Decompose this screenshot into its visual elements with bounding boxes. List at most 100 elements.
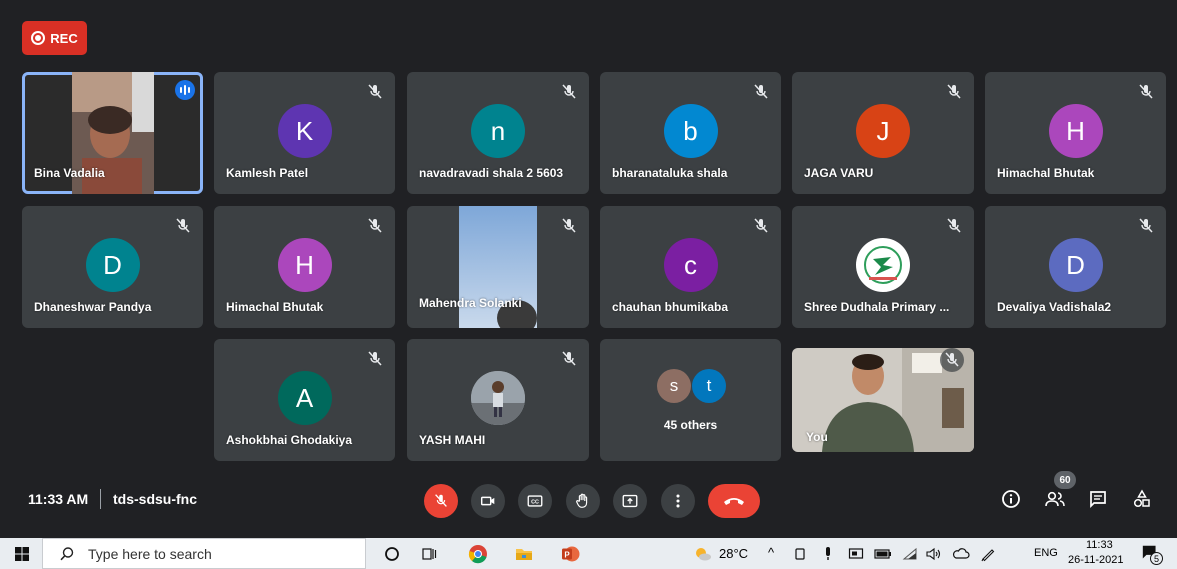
svg-text:P: P <box>564 551 570 560</box>
participant-tile-bina-vadalia[interactable]: Bina Vadalia <box>22 72 203 194</box>
camera-toggle-button[interactable] <box>471 484 505 518</box>
weather-widget[interactable] <box>693 544 713 564</box>
participant-tile[interactable]: K Kamlesh Patel <box>214 72 395 194</box>
present-screen-button[interactable] <box>613 484 647 518</box>
activities-button[interactable] <box>1129 486 1155 512</box>
participant-tile[interactable]: D Dhaneshwar Pandya <box>22 206 203 328</box>
taskbar-search-box[interactable]: Type here to search <box>42 538 366 569</box>
chat-button[interactable] <box>1085 486 1111 512</box>
participant-tile[interactable]: n navadravadi shala 2 5603 <box>407 72 589 194</box>
participant-tile[interactable]: b bharanataluka shala <box>600 72 781 194</box>
cloud-icon <box>952 548 970 559</box>
wifi-tray-icon[interactable] <box>900 544 920 564</box>
participant-name: Mahendra Solanki <box>419 296 522 310</box>
clock-time[interactable]: 11:33 <box>1086 539 1113 551</box>
participant-tile[interactable]: c chauhan bhumikaba <box>600 206 781 328</box>
chrome-icon <box>468 545 487 564</box>
mic-off-icon <box>562 84 576 99</box>
show-hidden-icons-chevron-icon[interactable]: ^ <box>768 545 774 560</box>
tray-app-icon[interactable] <box>790 544 810 564</box>
mic-off-icon <box>947 84 961 99</box>
people-button[interactable] <box>1042 486 1068 512</box>
screen-icon <box>848 548 864 559</box>
windows-taskbar: Type here to search P 28°C ^ ENG 11:33 2… <box>0 538 1177 569</box>
windows-start-button[interactable] <box>12 544 32 564</box>
participant-name: Shree Dudhala Primary ... <box>804 300 950 314</box>
raise-hand-icon <box>576 493 588 508</box>
participant-tile[interactable]: YASH MAHI <box>407 339 589 461</box>
recording-badge: REC <box>22 21 87 55</box>
tablet-icon <box>795 548 805 560</box>
participant-tile[interactable]: J JAGA VARU <box>792 72 974 194</box>
battery-tray-icon[interactable] <box>873 544 893 564</box>
participant-tile[interactable]: Shree Dudhala Primary ... <box>792 206 974 328</box>
avatar: J <box>856 104 910 158</box>
volume-tray-icon[interactable] <box>924 544 944 564</box>
mic-toggle-button[interactable] <box>424 484 458 518</box>
participant-tile-mahendra-solanki[interactable]: Mahendra Solanki <box>407 206 589 328</box>
participant-name: bharanataluka shala <box>612 166 728 180</box>
folder-icon <box>516 549 532 560</box>
raise-hand-button[interactable] <box>566 484 600 518</box>
cortana-circle-icon <box>385 547 399 561</box>
onedrive-tray-icon[interactable] <box>951 544 971 564</box>
task-view-button[interactable] <box>419 544 439 564</box>
video-camera-icon <box>480 496 495 506</box>
people-icon <box>1045 491 1065 507</box>
mic-off-icon <box>368 84 382 99</box>
participant-tile[interactable]: H Himachal Bhutak <box>985 72 1166 194</box>
meeting-code: tds-sdsu-fnc <box>113 491 197 507</box>
mic-off-icon <box>947 218 961 233</box>
avatar: D <box>85 238 140 292</box>
meeting-details-button[interactable] <box>998 486 1024 512</box>
closed-captions-icon: CC <box>527 495 543 507</box>
participant-tile[interactable]: H Himachal Bhutak <box>214 206 395 328</box>
speaking-indicator-icon <box>175 80 195 100</box>
avatar: H <box>1048 104 1103 158</box>
pen-icon <box>981 549 995 562</box>
child-photo <box>471 371 525 425</box>
mic-off-icon <box>368 351 382 366</box>
avatar-t: t <box>692 369 726 403</box>
microphone-tray-icon[interactable] <box>818 544 838 564</box>
meeting-time: 11:33 AM <box>28 491 89 507</box>
screen-share-tray-icon[interactable] <box>846 544 866 564</box>
present-icon <box>622 494 638 508</box>
leave-call-button[interactable] <box>708 484 760 518</box>
mic-off-icon <box>754 218 768 233</box>
search-placeholder: Type here to search <box>88 545 212 562</box>
mic-off-icon <box>1139 84 1153 99</box>
participant-name: Himachal Bhutak <box>226 300 324 314</box>
notification-center-button[interactable]: 5 <box>1141 543 1163 565</box>
self-video-tile[interactable]: You <box>792 348 974 452</box>
clock-date[interactable]: 26-11-2021 <box>1068 554 1123 566</box>
participant-tile[interactable]: A Ashokbhai Ghodakiya <box>214 339 395 461</box>
others-tile[interactable]: s t 45 others <box>600 339 781 461</box>
participant-tile[interactable]: D Devaliya Vadishala2 <box>985 206 1166 328</box>
mic-off-icon <box>435 494 447 507</box>
battery-icon <box>874 549 891 559</box>
microphone-icon <box>826 547 830 560</box>
file-explorer-button[interactable] <box>514 544 534 564</box>
meeting-controls-bar: 11:33 AM tds-sdsu-fnc CC <box>0 470 1177 532</box>
cortana-button[interactable] <box>382 544 402 564</box>
task-view-icon <box>422 548 437 560</box>
avatar: n <box>471 104 525 158</box>
mic-off-icon <box>1139 218 1153 233</box>
more-options-button[interactable] <box>661 484 695 518</box>
captions-button[interactable]: CC <box>518 484 552 518</box>
chrome-taskbar-button[interactable] <box>468 544 488 564</box>
avatar: D <box>1048 238 1103 292</box>
record-icon <box>31 31 46 45</box>
powerpoint-button[interactable]: P <box>560 544 580 564</box>
recording-label: REC <box>50 30 78 46</box>
powerpoint-icon: P <box>562 546 580 562</box>
input-language[interactable]: ENG <box>1034 547 1058 559</box>
avatar: K <box>277 104 332 158</box>
mic-off-icon <box>754 84 768 99</box>
pen-tray-icon[interactable] <box>978 544 998 564</box>
avatar: c <box>663 238 718 292</box>
participant-name: Himachal Bhutak <box>997 166 1095 180</box>
speaker-icon <box>926 547 941 561</box>
participants-count-badge: 60 <box>1054 471 1076 489</box>
